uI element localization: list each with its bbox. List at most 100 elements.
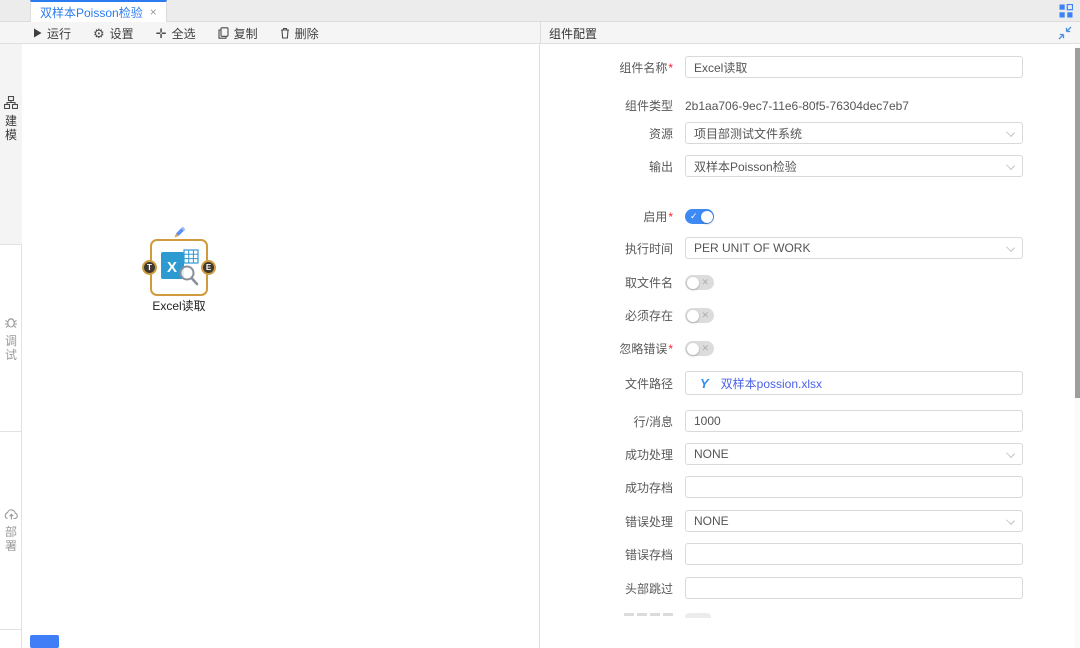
- component-config-panel: 组件名称* 组件类型 2b1aa706-9ec7-11e6-80f5-76304…: [541, 44, 1076, 648]
- horizontal-scrollbar-thumb[interactable]: [30, 635, 59, 648]
- error-archive-input[interactable]: [685, 543, 1023, 565]
- sidebar-label-debug: 调试: [5, 334, 17, 362]
- field-error-handle: 错误处理 NONE: [541, 510, 1076, 532]
- chevron-down-icon: [1006, 516, 1015, 525]
- file-path-field[interactable]: Y 双样本possion.xlsx: [685, 371, 1023, 395]
- settings-label: 设置: [110, 25, 134, 42]
- deploy-cloud-upload-icon: [4, 508, 19, 520]
- success-archive-input[interactable]: [685, 476, 1023, 498]
- field-label: 忽略错误*: [541, 340, 685, 357]
- chevron-down-icon: [1006, 243, 1015, 252]
- tab-close-icon[interactable]: ×: [150, 5, 157, 19]
- vertical-scrollbar[interactable]: [1075, 45, 1080, 648]
- field-rows-per-message: 行/消息: [541, 410, 1076, 432]
- run-button[interactable]: 运行: [33, 25, 71, 42]
- settings-button[interactable]: ⚙ 设置: [93, 25, 134, 42]
- required-mark: *: [668, 210, 673, 224]
- field-label: 启用*: [541, 208, 685, 225]
- chevron-down-icon: [1006, 161, 1015, 170]
- header-skip-input[interactable]: [685, 577, 1023, 599]
- copy-label: 复制: [234, 25, 258, 42]
- success-handle-select[interactable]: NONE: [685, 443, 1023, 465]
- left-sidebar: 建模 调试 部署: [0, 44, 22, 648]
- must-exist-toggle[interactable]: ✕: [685, 308, 714, 323]
- field-label: 文件路径: [541, 375, 685, 392]
- vertical-scrollbar-thumb[interactable]: [1075, 48, 1080, 398]
- chevron-down-icon: [1006, 128, 1015, 137]
- rows-per-message-input[interactable]: [685, 410, 1023, 432]
- select-all-label: 全选: [172, 25, 196, 42]
- error-handle-select[interactable]: NONE: [685, 510, 1023, 532]
- node-port-error[interactable]: E: [201, 260, 216, 275]
- tab-poisson-test[interactable]: 双样本Poisson检验 ×: [30, 0, 167, 22]
- select-all-button[interactable]: ✛ 全选: [156, 25, 196, 42]
- model-icon: [4, 96, 18, 109]
- toggle-knob: [701, 211, 713, 223]
- sidebar-item-modeling[interactable]: 建模: [0, 44, 22, 245]
- tab-bar: 双样本Poisson检验 ×: [0, 0, 1080, 22]
- field-component-type: 组件类型 2b1aa706-9ec7-11e6-80f5-76304dec7eb…: [541, 97, 1076, 114]
- field-label: 成功处理: [541, 446, 685, 463]
- tab-title: 双样本Poisson检验: [40, 4, 143, 21]
- delete-button[interactable]: 删除: [280, 25, 319, 42]
- node-port-true[interactable]: T: [142, 260, 157, 275]
- check-icon: ✓: [690, 210, 698, 223]
- field-label: 错误处理: [541, 513, 685, 530]
- excel-file-icon: X: [160, 247, 200, 287]
- field-label: 资源: [541, 125, 685, 142]
- field-label: 必须存在: [541, 307, 685, 324]
- required-mark: *: [668, 61, 673, 75]
- sidebar-item-deploy[interactable]: 部署: [0, 432, 22, 630]
- toolbar-row: 运行 ⚙ 设置 ✛ 全选 复制 删除: [0, 22, 1080, 44]
- delete-label: 删除: [295, 25, 319, 42]
- svg-text:X: X: [167, 259, 177, 276]
- chevron-down-icon: [1006, 449, 1015, 458]
- select-all-icon: ✛: [156, 27, 167, 40]
- cross-icon: ✕: [701, 276, 709, 289]
- field-header-skip: 头部跳过: [541, 577, 1076, 599]
- field-label: 组件名称*: [541, 59, 685, 76]
- field-success-archive: 成功存档: [541, 476, 1076, 498]
- enabled-toggle[interactable]: ✓: [685, 209, 714, 224]
- field-component-name: 组件名称*: [541, 56, 1076, 78]
- panel-header: 组件配置: [540, 22, 1080, 44]
- clipped-row-remnant: [541, 613, 1076, 618]
- field-label: 取文件名: [541, 274, 685, 291]
- run-label: 运行: [47, 25, 71, 42]
- component-type-value: 2b1aa706-9ec7-11e6-80f5-76304dec7eb7: [685, 99, 909, 113]
- workflow-canvas[interactable]: X T E Excel读取: [22, 44, 540, 648]
- resource-select[interactable]: 项目部测试文件系统: [685, 122, 1023, 144]
- canvas-toolbar: 运行 ⚙ 设置 ✛ 全选 复制 删除: [0, 22, 540, 44]
- field-label: 行/消息: [541, 413, 685, 430]
- cross-icon: ✕: [701, 342, 709, 355]
- toggle-knob: [687, 310, 699, 322]
- field-label: 头部跳过: [541, 580, 685, 597]
- field-file-path: 文件路径 Y 双样本possion.xlsx: [541, 371, 1076, 395]
- trash-icon: [280, 27, 290, 39]
- sidebar-label-modeling: 建模: [5, 114, 17, 142]
- take-filename-toggle[interactable]: ✕: [685, 275, 714, 290]
- copy-button[interactable]: 复制: [218, 25, 258, 42]
- component-name-input[interactable]: [685, 56, 1023, 78]
- layout-grid-icon[interactable]: [1059, 4, 1073, 18]
- output-select[interactable]: 双样本Poisson检验: [685, 155, 1023, 177]
- field-error-archive: 错误存档: [541, 543, 1076, 565]
- edit-pencil-icon[interactable]: [171, 225, 187, 241]
- exec-time-select[interactable]: PER UNIT OF WORK: [685, 237, 1023, 259]
- panel-title: 组件配置: [549, 25, 597, 42]
- cross-icon: ✕: [701, 309, 709, 322]
- sidebar-item-debug[interactable]: 调试: [0, 245, 22, 432]
- field-label: 组件类型: [541, 97, 685, 114]
- ignore-error-toggle[interactable]: ✕: [685, 341, 714, 356]
- file-path-link[interactable]: 双样本possion.xlsx: [721, 375, 822, 392]
- variable-icon: Y: [700, 376, 709, 391]
- node-title: Excel读取: [129, 297, 229, 314]
- sidebar-label-deploy: 部署: [5, 525, 17, 553]
- toggle-knob: [687, 343, 699, 355]
- field-label: 成功存档: [541, 479, 685, 496]
- collapse-panel-icon[interactable]: [1058, 26, 1072, 40]
- field-label: 输出: [541, 158, 685, 175]
- field-label: 执行时间: [541, 240, 685, 257]
- field-success-handle: 成功处理 NONE: [541, 443, 1076, 465]
- field-enabled: 启用* ✓: [541, 208, 1076, 225]
